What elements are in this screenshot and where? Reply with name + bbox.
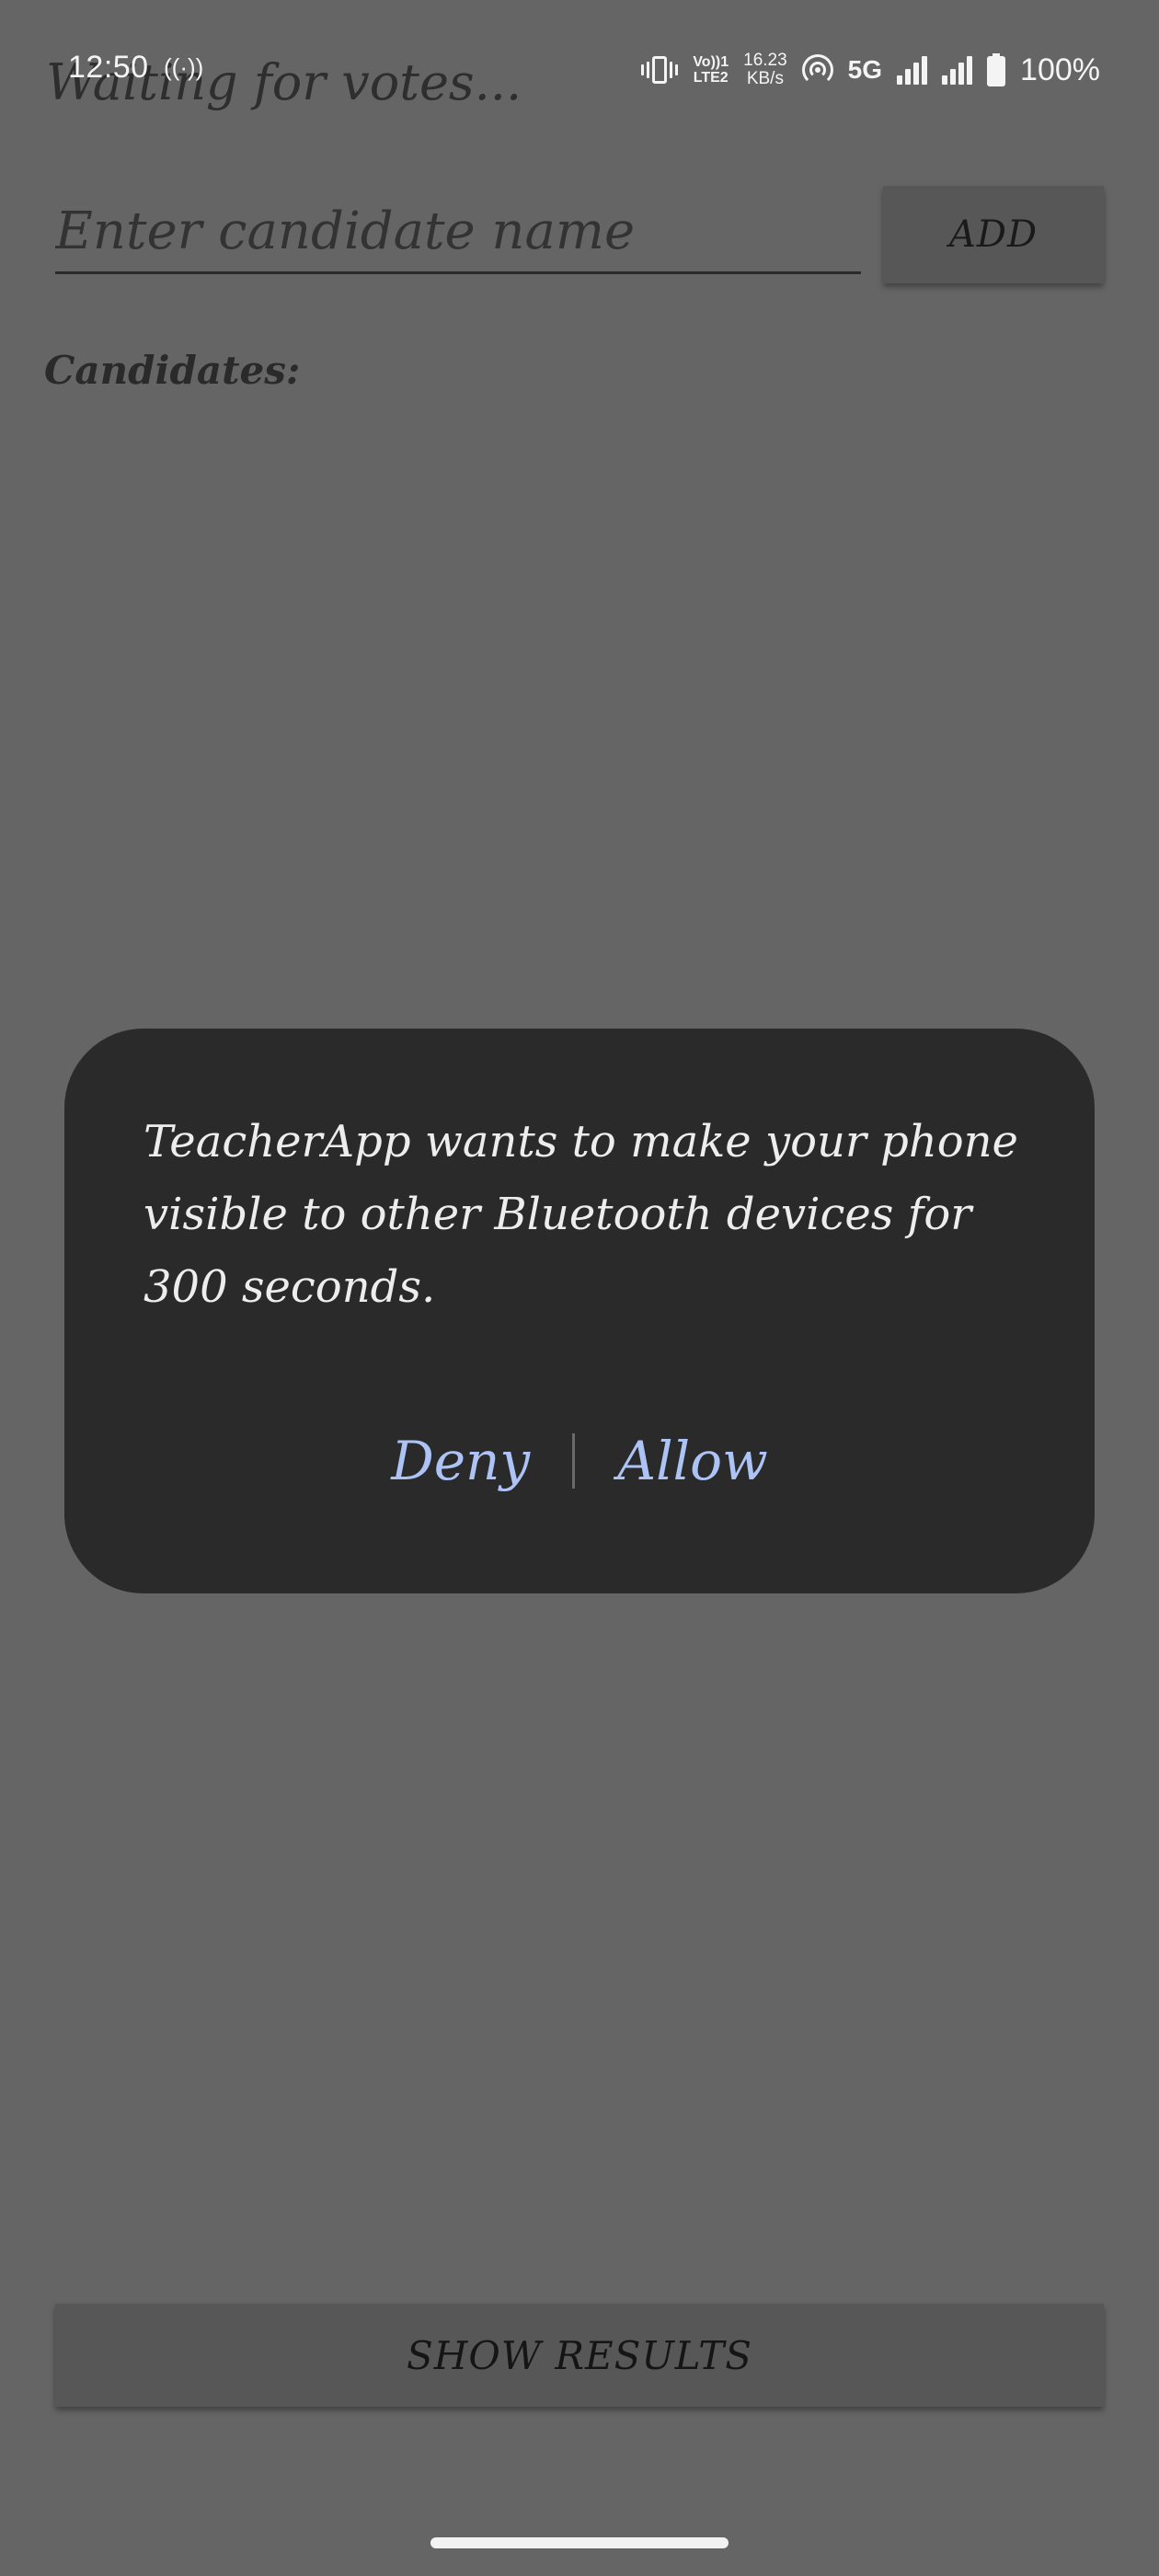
hotspot-active-icon: ((·))	[164, 53, 204, 81]
status-bar: 12:50 ((·)) Vo))1 LTE2 16.23 KB/s 5G 100…	[0, 0, 1159, 138]
volte-bottom-text: LTE2	[693, 70, 729, 86]
vibrate-icon	[641, 56, 679, 84]
deny-button[interactable]: Deny	[349, 1430, 572, 1492]
speed-value: 16.23	[743, 51, 787, 70]
bluetooth-visibility-dialog: TeacherApp wants to make your phone visi…	[64, 1029, 1095, 1593]
network-speed: 16.23 KB/s	[743, 52, 787, 88]
speed-unit: KB/s	[746, 69, 784, 88]
dialog-actions: Deny Allow	[64, 1430, 1095, 1492]
show-results-button[interactable]: SHOW RESULTS	[55, 2304, 1104, 2407]
network-type: 5G	[847, 55, 883, 84]
battery-icon	[987, 53, 1006, 86]
volte-indicator: Vo))1 LTE2	[693, 54, 729, 86]
signal-icon	[897, 55, 928, 85]
candidate-name-input[interactable]	[55, 191, 861, 274]
signal-icon-sim2	[942, 55, 973, 85]
dialog-message: TeacherApp wants to make your phone visi…	[143, 1116, 1018, 1313]
status-icons: Vo))1 LTE2 16.23 KB/s 5G 100%	[641, 48, 1100, 92]
volte-top-text: Vo))1	[693, 54, 729, 70]
gesture-nav-handle[interactable]	[430, 2537, 729, 2548]
candidates-label: Candidates:	[44, 348, 301, 393]
hotspot-icon	[801, 54, 833, 86]
status-time: 12:50	[68, 50, 149, 85]
allow-button[interactable]: Allow	[575, 1430, 810, 1492]
battery-percent: 100%	[1020, 52, 1100, 87]
add-candidate-button[interactable]: ADD	[883, 186, 1104, 283]
